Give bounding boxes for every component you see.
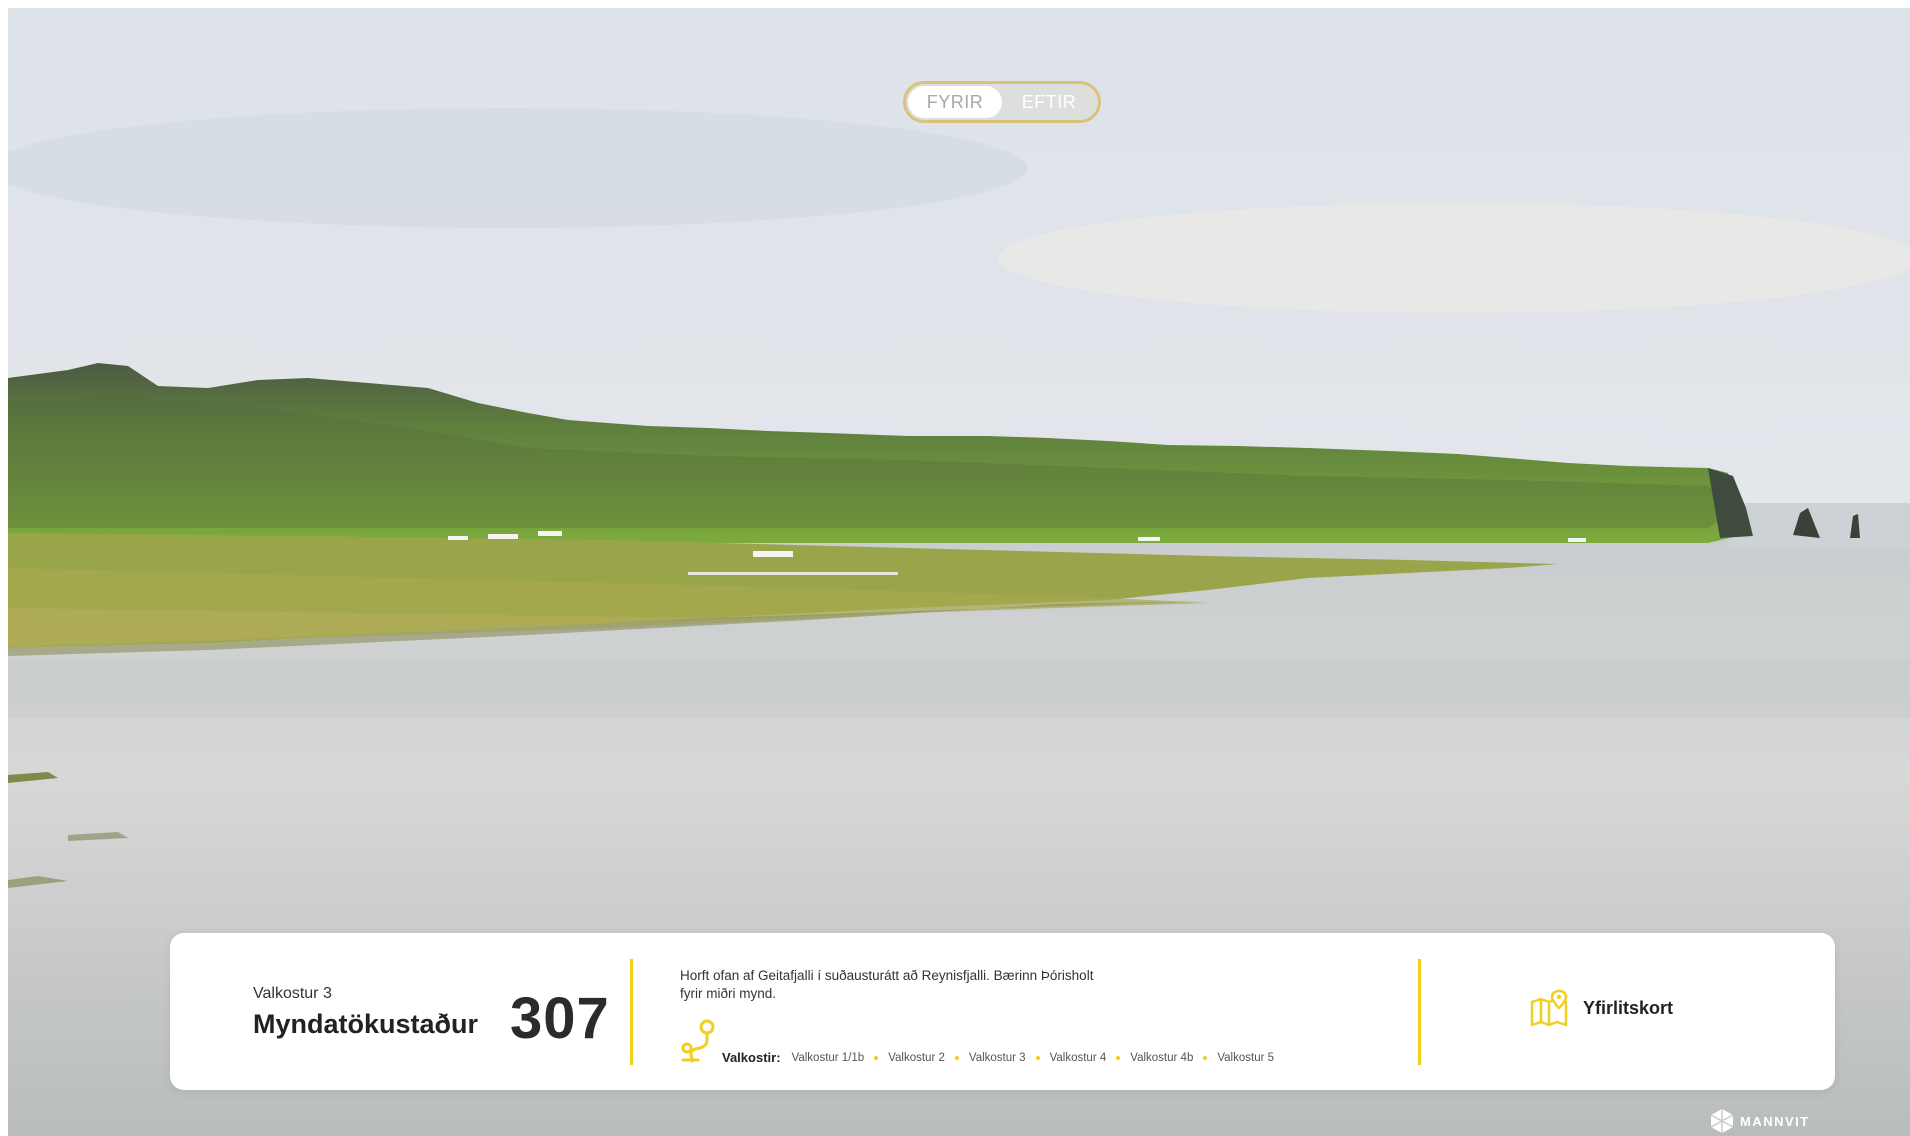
mannvit-logo-icon: [1710, 1109, 1734, 1133]
toggle-after[interactable]: EFTIR: [1002, 86, 1096, 118]
info-panel: Valkostur 3 Myndatökustaður 307 Horft of…: [170, 933, 1835, 1090]
option-link[interactable]: Valkostur 4b: [1130, 1052, 1193, 1064]
toggle-before[interactable]: FYRIR: [908, 86, 1002, 118]
separator-dot: [954, 1055, 959, 1060]
option-link[interactable]: Valkostur 1/1b: [792, 1052, 865, 1064]
brand-name: MANNVIT: [1740, 1113, 1810, 1129]
option-link[interactable]: Valkostur 3: [969, 1052, 1026, 1064]
options-label: Valkostir:: [722, 1050, 781, 1065]
option-link[interactable]: Valkostur 5: [1217, 1052, 1274, 1064]
before-after-toggle[interactable]: FYRIR EFTIR: [903, 81, 1101, 123]
location-title: Myndatökustaður: [253, 1009, 479, 1039]
divider: [630, 959, 633, 1065]
option-link[interactable]: Valkostur 4: [1050, 1052, 1107, 1064]
separator-dot: [1116, 1055, 1121, 1060]
mannvit-logo: MANNVIT: [1710, 1108, 1810, 1134]
separator-dot: [1203, 1055, 1208, 1060]
option-label: Valkostur 3: [253, 985, 332, 1002]
location-description: Horft ofan af Geitafjalli í suðausturátt…: [680, 968, 1094, 1001]
separator-dot: [1035, 1055, 1040, 1060]
divider: [1418, 959, 1421, 1065]
route-icon: [681, 1019, 715, 1063]
overview-map-label: Yfirlitskort: [1583, 997, 1674, 1018]
options-list: Valkostir: Valkostur 1/1b Valkostur 2 Va…: [722, 1050, 1274, 1065]
photo-viewer: FYRIR EFTIR Valkostur 3 Myndatökustaður …: [8, 8, 1910, 1136]
location-number: 307: [510, 986, 610, 1051]
option-link[interactable]: Valkostur 2: [888, 1052, 945, 1064]
separator-dot: [874, 1055, 879, 1060]
overview-map-button[interactable]: Yfirlitskort: [1529, 988, 1673, 1028]
map-pin-icon: [1530, 989, 1568, 1027]
